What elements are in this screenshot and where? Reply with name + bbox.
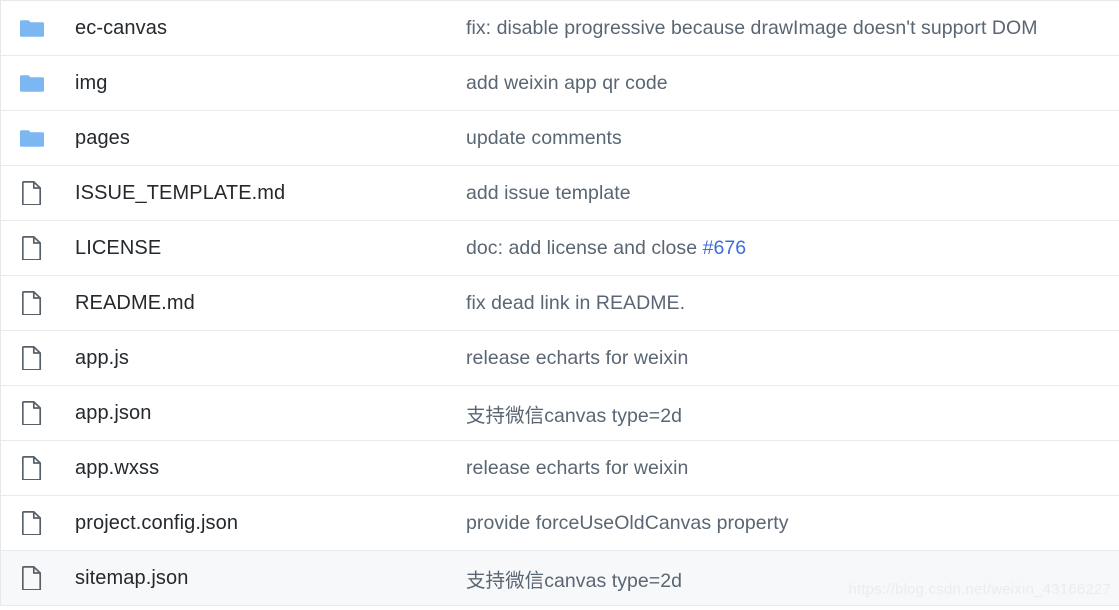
row-icon-cell — [1, 456, 56, 480]
commit-message-cell: 支持微信canvas type=2d — [466, 404, 683, 427]
folder-icon — [19, 73, 44, 93]
folder-icon — [19, 128, 44, 148]
table-row[interactable]: pages update comments — [1, 111, 1119, 166]
folder-icon — [19, 18, 44, 38]
table-row[interactable]: LICENSE doc: add license and close #676 — [1, 221, 1119, 276]
table-row[interactable]: app.js release echarts for weixin — [1, 331, 1119, 386]
commit-message-cell: fix: disable progressive because drawIma… — [466, 16, 1038, 39]
commit-message-cell: update comments — [466, 126, 622, 149]
file-icon — [21, 511, 42, 535]
file-icon — [21, 181, 42, 205]
repository-file-table: ec-canvas fix: disable progressive becaus… — [0, 0, 1119, 606]
row-icon-cell — [1, 346, 56, 370]
commit-message-cell: provide forceUseOldCanvas property — [466, 511, 789, 534]
file-name-link[interactable]: LICENSE — [56, 237, 466, 260]
file-icon — [21, 346, 42, 370]
table-row[interactable]: img add weixin app qr code — [1, 56, 1119, 111]
folder-name-link[interactable]: img — [56, 72, 466, 95]
file-name-link[interactable]: app.js — [56, 347, 466, 370]
row-icon-cell — [1, 511, 56, 535]
folder-name-link[interactable]: pages — [56, 127, 466, 150]
commit-message-text: doc: add license and — [466, 236, 652, 259]
commit-message-cell: doc: add license and close #676 — [466, 236, 1119, 260]
row-icon-cell — [1, 236, 56, 260]
commit-message-cell: release echarts for weixin — [466, 346, 689, 369]
table-row[interactable]: ISSUE_TEMPLATE.md add issue template — [1, 166, 1119, 221]
row-icon-cell — [1, 181, 56, 205]
commit-message-cell: release echarts for weixin — [466, 456, 689, 479]
file-icon — [21, 291, 42, 315]
folder-name-link[interactable]: ec-canvas — [56, 17, 466, 40]
commit-message-cell: 支持微信canvas type=2d — [466, 569, 683, 592]
row-icon-cell — [1, 18, 56, 38]
table-row[interactable]: README.md fix dead link in README. — [1, 276, 1119, 331]
table-row[interactable]: app.json 支持微信canvas type=2d — [1, 386, 1119, 441]
table-row[interactable]: sitemap.json 支持微信canvas type=2d — [1, 551, 1119, 606]
file-icon — [21, 456, 42, 480]
commit-message-cell: fix dead link in README. — [466, 291, 686, 314]
row-icon-cell — [1, 291, 56, 315]
table-row[interactable]: app.wxss release echarts for weixin — [1, 441, 1119, 496]
file-name-link[interactable]: app.wxss — [56, 457, 466, 480]
file-name-link[interactable]: README.md — [56, 292, 466, 315]
file-name-link[interactable]: sitemap.json — [56, 567, 466, 590]
table-row[interactable]: project.config.json provide forceUseOldCa… — [1, 496, 1119, 551]
row-icon-cell — [1, 401, 56, 425]
row-icon-cell — [1, 566, 56, 590]
file-name-link[interactable]: app.json — [56, 402, 466, 425]
file-icon — [21, 236, 42, 260]
file-name-link[interactable]: project.config.json — [56, 512, 466, 535]
table-row[interactable]: ec-canvas fix: disable progressive becaus… — [1, 1, 1119, 56]
file-icon — [21, 566, 42, 590]
row-icon-cell — [1, 73, 56, 93]
issue-reference-link[interactable]: #676 — [703, 237, 747, 259]
row-icon-cell — [1, 128, 56, 148]
commit-message-abbr: close — [651, 236, 698, 260]
file-icon — [21, 401, 42, 425]
file-name-link[interactable]: ISSUE_TEMPLATE.md — [56, 182, 466, 205]
commit-message-cell: add weixin app qr code — [466, 71, 668, 94]
commit-message-cell: add issue template — [466, 181, 631, 204]
